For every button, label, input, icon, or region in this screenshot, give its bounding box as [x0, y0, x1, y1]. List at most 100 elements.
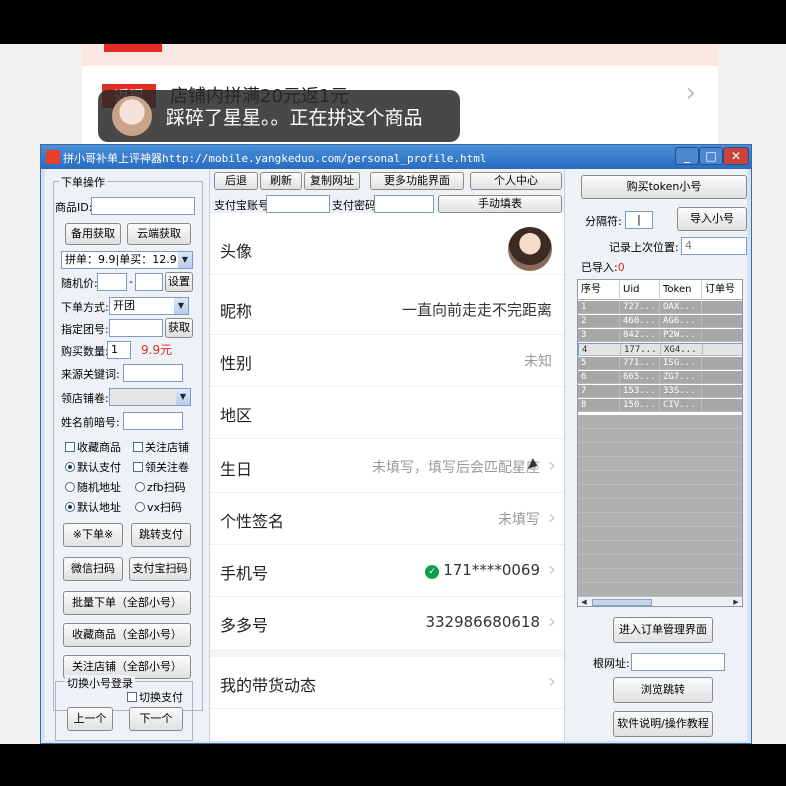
- coupon-checkbox[interactable]: 领关注卷: [133, 459, 189, 475]
- cloud-fetch-button[interactable]: 云端获取: [127, 223, 191, 245]
- follow-checkbox[interactable]: 关注店铺: [133, 439, 189, 455]
- checkbox-box: [127, 692, 137, 702]
- order-mode-select[interactable]: 开团 ▼: [109, 297, 189, 315]
- group-buy-toast: 踩碎了星星。。正在拼这个商品: [98, 90, 460, 142]
- batch-fav-button[interactable]: 收藏商品（全部小号）: [63, 623, 191, 647]
- table-header: 序号 Uid Token 订单号: [578, 280, 742, 300]
- fav-checkbox[interactable]: 收藏商品: [65, 439, 121, 455]
- manual-fill-button[interactable]: 手动填表: [438, 195, 562, 213]
- table-cell: 2: [578, 315, 620, 328]
- default-pay-radio[interactable]: 默认支付: [65, 459, 121, 475]
- name-code-input[interactable]: [123, 412, 183, 430]
- scroll-right-icon[interactable]: ▶: [730, 597, 742, 606]
- prev-account-button[interactable]: 上一个: [67, 707, 113, 731]
- column-header[interactable]: Token: [660, 280, 702, 300]
- alipay-account-input[interactable]: [266, 195, 330, 213]
- radio-dot: [135, 482, 145, 492]
- switch-pay-checkbox[interactable]: 切换支付: [127, 689, 183, 705]
- title-bar[interactable]: 拼小哥补单上评神器http://mobile.yangkeduo.com/per…: [41, 145, 751, 169]
- profile-row-birthday[interactable]: 生日 未填写，填写后会匹配星座 ›: [210, 441, 564, 493]
- set-button[interactable]: 设置: [165, 272, 193, 292]
- order-management-button[interactable]: 进入订单管理界面: [613, 617, 713, 643]
- import-accounts-button[interactable]: 导入小号: [677, 207, 747, 231]
- place-order-button[interactable]: ※下单※: [63, 523, 123, 547]
- minimize-button[interactable]: _: [675, 147, 699, 165]
- batch-order-button[interactable]: 批量下单（全部小号）: [63, 591, 191, 615]
- coupon-select[interactable]: ▼: [109, 388, 191, 406]
- browse-jump-button[interactable]: 浏览跳转: [613, 677, 713, 703]
- column-header[interactable]: 订单号: [702, 280, 742, 300]
- last-position-input[interactable]: 4: [681, 237, 747, 255]
- chevron-right-icon: ›: [548, 453, 556, 477]
- backup-fetch-button[interactable]: 备用获取: [65, 223, 121, 245]
- help-tutorial-button[interactable]: 软件说明/操作教程: [613, 711, 713, 737]
- table-row[interactable]: 1 727... OAX...: [578, 301, 742, 314]
- group-no-input[interactable]: [109, 319, 163, 337]
- random-price-min-input[interactable]: [97, 273, 127, 291]
- alipay-scan-button[interactable]: 支付宝扫码: [129, 557, 191, 581]
- dynamic-label: 我的带货动态: [220, 676, 317, 695]
- radio-dot: [135, 502, 145, 512]
- product-id-label: 商品ID:: [55, 201, 93, 214]
- profile-row-duoduo[interactable]: 多多号 332986680618 ›: [210, 597, 564, 657]
- profile-row-dynamic[interactable]: 我的带货动态 ›: [210, 657, 564, 709]
- column-header[interactable]: 序号: [578, 280, 620, 300]
- profile-row-nickname[interactable]: 昵称 一直向前走走不完距离: [210, 283, 564, 335]
- random-addr-label: 随机地址: [77, 481, 121, 494]
- table-row[interactable]: 2 460... AG6...: [578, 315, 742, 328]
- base-url-input[interactable]: [631, 653, 725, 671]
- pay-password-input[interactable]: [374, 195, 434, 213]
- scrollbar-thumb[interactable]: [592, 599, 652, 606]
- quantity-input[interactable]: 1: [107, 341, 131, 359]
- avatar-label: 头像: [220, 242, 253, 261]
- table-cell: 33S...: [660, 385, 702, 398]
- profile-row-region[interactable]: 地区: [210, 387, 564, 439]
- random-addr-radio[interactable]: 随机地址: [65, 479, 121, 495]
- table-row[interactable]: 7 153... 33S...: [578, 385, 742, 398]
- signature-label: 个性签名: [220, 512, 285, 531]
- refresh-button[interactable]: 刷新: [260, 172, 302, 190]
- personal-center-button[interactable]: 个人中心: [470, 172, 562, 190]
- table-cell: 150...: [620, 399, 660, 412]
- default-addr-radio[interactable]: 默认地址: [65, 499, 121, 515]
- profile-row-gender[interactable]: 性别 未知: [210, 335, 564, 387]
- fav-checkbox-label: 收藏商品: [77, 441, 121, 454]
- more-functions-button[interactable]: 更多功能界面: [370, 172, 464, 190]
- price-select[interactable]: 拼单：9.9|单买：12.9|白 ▼: [61, 251, 193, 269]
- separator-input[interactable]: |: [625, 211, 653, 229]
- wechat-scan-button[interactable]: 微信扫码: [63, 557, 123, 581]
- close-button[interactable]: ✕: [723, 147, 749, 165]
- table-row[interactable]: 4 177... XG4...: [578, 343, 742, 356]
- table-row[interactable]: 5 771... ISG...: [578, 357, 742, 370]
- price-display: 9.9元: [141, 343, 173, 357]
- table-empty-area: [578, 415, 742, 596]
- next-account-button[interactable]: 下一个: [129, 707, 183, 731]
- checkbox-box: [133, 462, 143, 472]
- table-cell: XG4...: [661, 344, 703, 355]
- profile-row-phone[interactable]: 手机号 ✓ 171****0069 ›: [210, 545, 564, 597]
- profile-row-avatar[interactable]: 头像: [210, 223, 564, 275]
- maximize-button[interactable]: □: [699, 147, 723, 165]
- profile-row-signature[interactable]: 个性签名 未填写 ›: [210, 493, 564, 545]
- product-id-input[interactable]: [91, 197, 195, 215]
- fetch-group-button[interactable]: 获取: [165, 318, 193, 338]
- random-price-max-input[interactable]: [135, 273, 163, 291]
- vx-scan-radio[interactable]: vx扫码: [135, 499, 182, 515]
- horizontal-scrollbar[interactable]: ◀ ▶: [578, 596, 742, 606]
- column-header[interactable]: Uid: [620, 280, 660, 300]
- table-row[interactable]: 8 150... CIV...: [578, 399, 742, 412]
- accounts-table[interactable]: 序号 Uid Token 订单号 1 727... OAX... 2 460... AG6…: [577, 279, 743, 607]
- back-button[interactable]: 后退: [214, 172, 258, 190]
- app-window: 拼小哥补单上评神器http://mobile.yangkeduo.com/per…: [40, 144, 752, 744]
- table-cell: P2W...: [660, 329, 702, 342]
- table-row[interactable]: 3 842... P2W...: [578, 329, 742, 342]
- scroll-left-icon[interactable]: ◀: [578, 597, 590, 606]
- jump-pay-button[interactable]: 跳转支付: [131, 523, 191, 547]
- table-row[interactable]: 6 665... ZG7...: [578, 371, 742, 384]
- vx-scan-label: vx扫码: [147, 501, 183, 514]
- buy-token-button[interactable]: 购买token小号: [581, 175, 747, 199]
- copy-url-button[interactable]: 复制网址: [304, 172, 360, 190]
- chevron-right-icon: ›: [548, 669, 556, 693]
- keyword-input[interactable]: [123, 364, 183, 382]
- zfb-scan-radio[interactable]: zfb扫码: [135, 479, 186, 495]
